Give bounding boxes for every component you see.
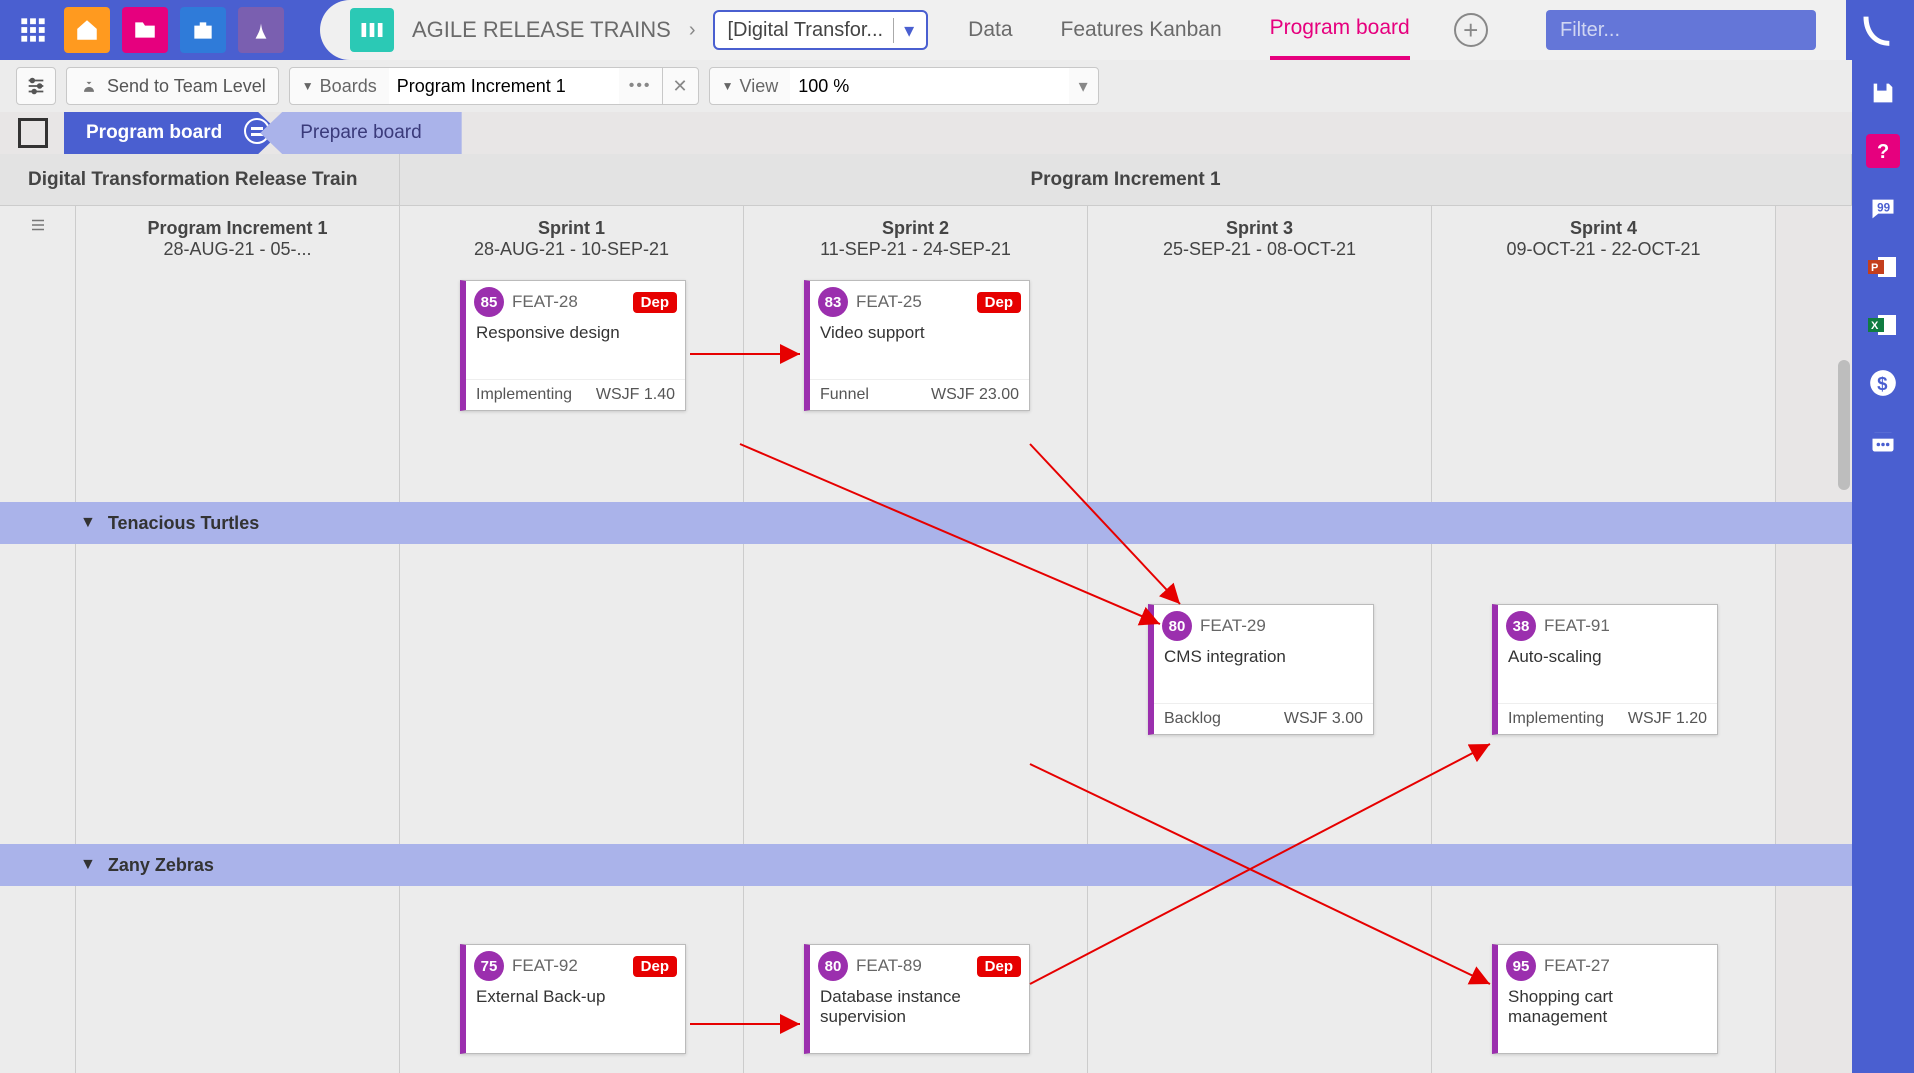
export-powerpoint-icon[interactable]: P <box>1866 250 1900 284</box>
view-selector[interactable]: ▼View ▾ <box>709 67 1099 105</box>
release-train-selector[interactable]: [Digital Transfor... ▾ <box>713 10 928 50</box>
send-to-team-label: Send to Team Level <box>107 76 266 97</box>
tab-program-board[interactable]: Program board <box>1270 0 1410 60</box>
export-excel-icon[interactable]: X <box>1866 308 1900 342</box>
svg-text:$: $ <box>1877 373 1888 394</box>
left-panel-toggle[interactable] <box>18 118 48 148</box>
product-logo-icon <box>1846 10 1906 50</box>
sprint-2-header: Sprint 211-SEP-21 - 24-SEP-21 <box>744 206 1088 272</box>
settings-button[interactable] <box>16 67 56 105</box>
nav-strategy-icon[interactable] <box>238 7 284 53</box>
apps-menu-icon[interactable] <box>8 5 58 55</box>
boards-selector[interactable]: ▼Boards ••• ✕ <box>289 67 699 105</box>
chevron-down-icon: ▾ <box>893 18 914 43</box>
subtab-prepare-board[interactable]: Prepare board <box>260 112 461 154</box>
release-train-icon <box>350 8 394 52</box>
tab-data[interactable]: Data <box>968 0 1012 60</box>
selector-value: [Digital Transfor... <box>727 19 883 42</box>
svg-text:99: 99 <box>1877 201 1890 214</box>
program-board: Digital Transformation Release Train Pro… <box>0 154 1852 1073</box>
sprint-3-header: Sprint 325-SEP-21 - 08-OCT-21 <box>1088 206 1432 272</box>
view-dropdown-icon[interactable]: ▾ <box>1069 68 1098 104</box>
feature-card-feat-92[interactable]: 75FEAT-92Dep External Back-up <box>460 944 686 1054</box>
lane-menu-icon[interactable] <box>0 206 76 272</box>
help-icon[interactable]: ? <box>1866 134 1900 168</box>
feature-card-feat-27[interactable]: 95FEAT-27 Shopping cart management <box>1492 944 1718 1054</box>
sprint-header-row: Program Increment 1 28-AUG-21 - 05-... S… <box>0 206 1852 272</box>
cost-icon[interactable]: $ <box>1866 366 1900 400</box>
svg-text:P: P <box>1871 262 1878 274</box>
add-tab-button[interactable]: + <box>1454 13 1488 47</box>
board-header: Digital Transformation Release Train Pro… <box>0 154 1852 206</box>
clear-boards-button[interactable]: ✕ <box>662 68 698 104</box>
feature-card-feat-91[interactable]: 38FEAT-91 Auto-scaling ImplementingWSJF … <box>1492 604 1718 735</box>
more-icon[interactable]: ••• <box>619 77 662 95</box>
boards-label: Boards <box>320 76 377 97</box>
lane-zany-zebras-header[interactable]: ▼ Zany Zebras <box>0 844 1852 886</box>
chevron-right-icon: › <box>689 19 696 42</box>
feature-card-feat-25[interactable]: 83FEAT-25Dep Video support FunnelWSJF 23… <box>804 280 1030 411</box>
boards-value[interactable] <box>389 68 619 104</box>
subtab-program-board[interactable]: Program board <box>64 112 280 154</box>
pi-header: Program Increment 1 <box>400 154 1852 205</box>
svg-text:X: X <box>1871 320 1879 332</box>
filter-input[interactable] <box>1560 19 1802 42</box>
vertical-scrollbar[interactable] <box>1838 360 1850 490</box>
sprint-4-header: Sprint 409-OCT-21 - 22-OCT-21 <box>1432 206 1776 272</box>
board-tabs-row: Program board Prepare board <box>0 112 1914 154</box>
sprint-1-header: Sprint 128-AUG-21 - 10-SEP-21 <box>400 206 744 272</box>
calendar-icon[interactable] <box>1866 424 1900 458</box>
save-icon[interactable] <box>1866 76 1900 110</box>
view-value[interactable] <box>790 68 1068 104</box>
tab-features-kanban[interactable]: Features Kanban <box>1061 0 1222 60</box>
release-train-header: Digital Transformation Release Train <box>0 154 400 205</box>
right-sidebar: ? 99 P X $ <box>1852 60 1914 1073</box>
breadcrumb-title[interactable]: AGILE RELEASE TRAINS <box>412 17 671 43</box>
comments-icon[interactable]: 99 <box>1866 192 1900 226</box>
nav-briefcase-icon[interactable] <box>180 7 226 53</box>
feature-card-feat-89[interactable]: 80FEAT-89Dep Database instance supervisi… <box>804 944 1030 1054</box>
view-label: View <box>740 76 779 97</box>
nav-home-icon[interactable] <box>64 7 110 53</box>
nav-folder-icon[interactable] <box>122 7 168 53</box>
lane-tenacious-turtles-header[interactable]: ▼ Tenacious Turtles <box>0 502 1852 544</box>
chevron-down-icon: ▼ <box>80 856 96 874</box>
feature-card-feat-29[interactable]: 80FEAT-29 CMS integration BacklogWSJF 3.… <box>1148 604 1374 735</box>
breadcrumb-bar: AGILE RELEASE TRAINS › [Digital Transfor… <box>320 0 1846 60</box>
chevron-down-icon: ▼ <box>80 514 96 532</box>
svg-text:?: ? <box>1877 141 1889 163</box>
top-nav: AGILE RELEASE TRAINS › [Digital Transfor… <box>0 0 1914 60</box>
pi-column-header: Program Increment 1 28-AUG-21 - 05-... <box>76 206 400 272</box>
toolbar: Send to Team Level ▼Boards ••• ✕ ▼View ▾ <box>0 60 1914 112</box>
filter-input-wrap[interactable] <box>1546 10 1816 50</box>
send-to-team-button[interactable]: Send to Team Level <box>66 67 279 105</box>
feature-card-feat-28[interactable]: 85FEAT-28Dep Responsive design Implement… <box>460 280 686 411</box>
